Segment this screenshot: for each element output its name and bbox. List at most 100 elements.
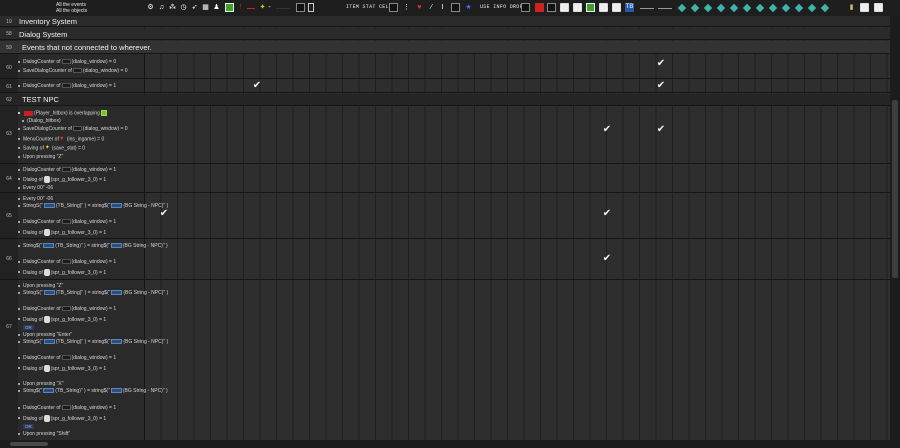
group-title: Dialog System	[19, 30, 68, 39]
slash-icon[interactable]: ⁄	[427, 3, 436, 12]
storyboard-icon[interactable]: ⁂	[168, 3, 177, 12]
condition: Dialog of (spr_g_follower_3_0) = 1	[17, 269, 107, 276]
group-row-59[interactable]: 59 Events that not connected to wherever…	[0, 41, 890, 54]
horizontal-scroll-thumb[interactable]	[10, 442, 48, 446]
condition: DialogCounter of (dialog_window) = 0	[17, 59, 117, 65]
event-row-61[interactable]: 61 DialogCounter of (dialog_window) = 1 ✔…	[0, 80, 890, 93]
diamond-4-icon[interactable]	[716, 3, 726, 13]
diamond-8-icon[interactable]	[768, 3, 778, 13]
condition: Dialog of (spr_g_follower_3_0) = 1	[17, 365, 107, 372]
condition: StringS(" (TB_String)" ) = string$(" (BG S…	[17, 290, 169, 296]
slot-box-icon[interactable]	[521, 3, 530, 12]
image-box-icon[interactable]	[451, 3, 460, 12]
text-cursor-icon[interactable]: I	[438, 3, 447, 12]
checkmark-icon[interactable]: ✔	[656, 59, 666, 69]
white-square-4-icon[interactable]	[612, 3, 621, 12]
condition: DialogCounter of (dialog_window) = 1	[17, 167, 117, 173]
sound-icon[interactable]: ♫	[157, 3, 166, 12]
keyboard-icon[interactable]: ▦	[201, 3, 210, 12]
condition: Dialog of (spr_g_follower_3_0) = 1	[17, 316, 107, 323]
white-square-icon[interactable]	[560, 3, 569, 12]
condition: Every 00" -06	[17, 185, 54, 191]
diamond-3-icon[interactable]	[703, 3, 713, 13]
diamond-11-icon[interactable]	[807, 3, 817, 13]
marker-icon[interactable]: ǃ	[236, 3, 245, 12]
red-line-icon[interactable]	[247, 8, 255, 9]
checkmark-icon[interactable]: ✔	[602, 209, 612, 219]
diamond-7-icon[interactable]	[755, 3, 765, 13]
slot-box-2-icon[interactable]	[547, 3, 556, 12]
tb-string-icon[interactable]: TB	[625, 3, 634, 12]
line-icon[interactable]	[640, 8, 654, 9]
diamond-5-icon[interactable]	[729, 3, 739, 13]
red-square-icon[interactable]	[535, 3, 544, 12]
condition: StringS(" (TB_String)" ) = string$(" (BG S…	[17, 203, 169, 209]
diamond-6-icon[interactable]	[742, 3, 752, 13]
active-object-icon[interactable]	[225, 3, 234, 12]
star-icon[interactable]: ✦	[258, 3, 267, 12]
dash-icon[interactable]: -	[267, 3, 272, 12]
condition: Dialog of (spr_g_follower_3_0) = 1	[17, 229, 107, 236]
checkmark-icon[interactable]: ✔	[252, 81, 262, 91]
event-row-65[interactable]: 65 Every 00" -06 StringS(" (TB_String)" )…	[0, 194, 890, 239]
vertical-scrollbar[interactable]	[890, 16, 900, 448]
checkmark-icon[interactable]: ✔	[656, 125, 666, 135]
pointer-icon[interactable]: ➶	[190, 3, 199, 12]
checkmark-icon[interactable]: ✔	[656, 81, 666, 91]
condition: Saving of✦ (save_stat) = 0	[17, 145, 86, 152]
diamond-9-icon[interactable]	[781, 3, 791, 13]
top-header-bar: All the events All the objects ⚙ ♫ ⁂ ◷ ➶…	[0, 0, 900, 16]
header-labels: All the events All the objects	[56, 2, 87, 14]
condition: DialogCounter of (dialog_window) = 1	[17, 355, 117, 361]
black-box-icon[interactable]	[296, 3, 305, 12]
group-row-62[interactable]: 62 TEST NPC	[0, 94, 890, 106]
character-icon[interactable]: ★	[464, 3, 473, 12]
event-row-64[interactable]: 64 DialogCounter of (dialog_window) = 1 D…	[0, 165, 890, 193]
condition: DialogCounter of (dialog_window) = 1	[17, 405, 117, 411]
white-square-6-icon[interactable]	[874, 3, 883, 12]
condition: Every 00" -06	[17, 196, 54, 202]
diamond-2-icon[interactable]	[690, 3, 700, 13]
condition: DialogCounter of (dialog_window) = 1	[17, 259, 117, 265]
white-square-5-icon[interactable]	[860, 3, 869, 12]
white-square-3-icon[interactable]	[599, 3, 608, 12]
group-row-58[interactable]: 58 Dialog System	[0, 28, 890, 40]
checkmark-icon[interactable]: ✔	[159, 209, 169, 219]
condition: Upon pressing "Z"	[17, 154, 64, 160]
group-title: TEST NPC	[22, 95, 59, 104]
object-toolbar: ⚙ ♫ ⁂ ◷ ➶ ▦ ♟ ǃ ✦ - ITEM STAT CELL ⋮ ♥ ⁄…	[146, 1, 894, 16]
or-operator-1: OR	[23, 325, 34, 330]
system-gear-icon[interactable]: ⚙	[146, 3, 155, 12]
timer-icon[interactable]: ◷	[179, 3, 188, 12]
diamond-1-icon[interactable]	[677, 3, 687, 13]
condition: String$(" (TB_String)" ) = string$(" (BG S…	[18, 388, 168, 394]
item-stat-cell-label[interactable]: ITEM STAT CELL	[346, 3, 392, 12]
checkmark-icon[interactable]: ✔	[602, 125, 612, 135]
horizontal-scrollbar[interactable]	[0, 440, 890, 448]
dots-icon[interactable]: ⋮	[402, 3, 411, 12]
dark-box-icon[interactable]	[389, 3, 398, 12]
vertical-scroll-thumb[interactable]	[892, 100, 898, 278]
diamond-12-icon[interactable]	[820, 3, 830, 13]
white-square-2-icon[interactable]	[573, 3, 582, 12]
event-row-60[interactable]: 60 DialogCounter of (dialog_window) = 0 S…	[0, 55, 890, 79]
group-title: Inventory System	[19, 17, 77, 26]
condition: String$(" (TB_String)" ) = string$(" (BG S…	[18, 243, 168, 249]
player-icon[interactable]: ♟	[212, 3, 221, 12]
separator-icon[interactable]	[276, 8, 290, 9]
bottle-icon[interactable]: ▮	[847, 3, 856, 12]
heart-icon[interactable]: ♥	[415, 3, 424, 12]
condition-cont: (Dialog_hitbox)	[22, 118, 61, 124]
event-row-67[interactable]: 67 Upon pressing "Z" StringS(" (TB_String…	[0, 281, 890, 441]
line-2-icon[interactable]	[658, 8, 672, 9]
event-row-63[interactable]: 63 (Player_hitbox) is overlapping (Dialo…	[0, 107, 890, 164]
group-row-19[interactable]: 19 Inventory System	[0, 16, 890, 27]
frame-icon[interactable]	[308, 3, 314, 12]
condition: StringS(" (TB_String)" ) = string$(" (BG S…	[17, 339, 169, 345]
event-row-66[interactable]: 66 String$(" (TB_String)" ) = string$(" (B…	[0, 240, 890, 280]
diamond-10-icon[interactable]	[794, 3, 804, 13]
condition: DialogCounter of (dialog_window) = 1	[17, 83, 117, 89]
use-info-drop-label[interactable]: USE INFO DROP	[480, 3, 523, 12]
checkmark-icon[interactable]: ✔	[602, 254, 612, 264]
green-square-icon[interactable]	[586, 3, 595, 12]
